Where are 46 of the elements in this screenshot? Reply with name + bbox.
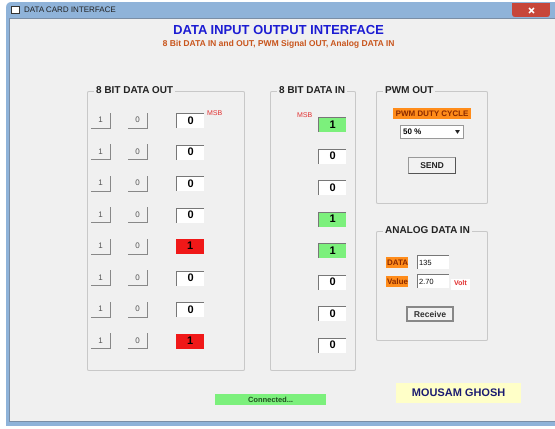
data-label: DATA xyxy=(386,256,408,268)
dropdown-arrow-icon xyxy=(455,130,460,134)
receive-button[interactable]: Receive xyxy=(406,306,454,322)
value-label: Value xyxy=(386,276,408,287)
set-bit-button[interactable]: 1 xyxy=(91,176,111,192)
bit-field: 1 xyxy=(176,239,204,254)
bit-field: 0 xyxy=(176,113,204,128)
set-bit-button[interactable]: 1 xyxy=(91,112,111,128)
duty-cycle-dropdown[interactable]: 50 % xyxy=(400,125,464,139)
bit-field: 0 xyxy=(176,176,204,191)
bit-field: 0 xyxy=(318,338,346,352)
clear-bit-button[interactable]: 0 xyxy=(128,112,148,128)
main-heading: DATA INPUT OUTPUT INTERFACE xyxy=(173,22,384,37)
bit-field: 1 xyxy=(318,243,346,258)
clear-bit-button[interactable]: 0 xyxy=(128,238,148,254)
bit-field: 0 xyxy=(318,306,346,321)
bit-field: 0 xyxy=(318,180,346,195)
window-title: DATA CARD INTERFACE xyxy=(24,4,116,16)
set-bit-button[interactable]: 1 xyxy=(91,144,111,160)
bit-field: 1 xyxy=(176,334,204,348)
bit-field: 0 xyxy=(176,144,204,160)
set-bit-button[interactable]: 1 xyxy=(91,333,111,349)
window-icon xyxy=(11,6,20,14)
send-button[interactable]: SEND xyxy=(408,157,456,174)
set-bit-button[interactable]: 1 xyxy=(91,270,111,286)
clear-bit-button[interactable]: 0 xyxy=(128,144,148,160)
sub-heading: 8 Bit DATA IN and OUT, PWM Signal OUT, Analog DATA IN xyxy=(162,37,394,49)
clear-bit-button[interactable]: 0 xyxy=(128,207,148,223)
bit-field: 1 xyxy=(318,212,346,226)
clear-bit-button[interactable]: 0 xyxy=(128,302,148,318)
bit-field: 1 xyxy=(318,117,346,132)
set-bit-button[interactable]: 1 xyxy=(91,302,111,318)
close-button[interactable] xyxy=(512,3,550,17)
close-icon xyxy=(528,6,534,14)
author-name: MOUSAM GHOSH xyxy=(396,383,521,403)
bit-field: 0 xyxy=(318,148,346,164)
set-bit-button[interactable]: 1 xyxy=(91,207,111,223)
clear-bit-button[interactable]: 0 xyxy=(128,176,148,192)
bit-field: 0 xyxy=(176,270,204,286)
bit-field: 0 xyxy=(318,274,346,290)
duty-cycle-label: PWM DUTY CYCLE xyxy=(392,108,472,119)
bit-field: 0 xyxy=(176,208,204,222)
bit-field: 0 xyxy=(176,302,204,317)
clear-bit-button[interactable]: 0 xyxy=(128,270,148,286)
clear-bit-button[interactable]: 0 xyxy=(128,333,148,349)
set-bit-button[interactable]: 1 xyxy=(91,238,111,254)
